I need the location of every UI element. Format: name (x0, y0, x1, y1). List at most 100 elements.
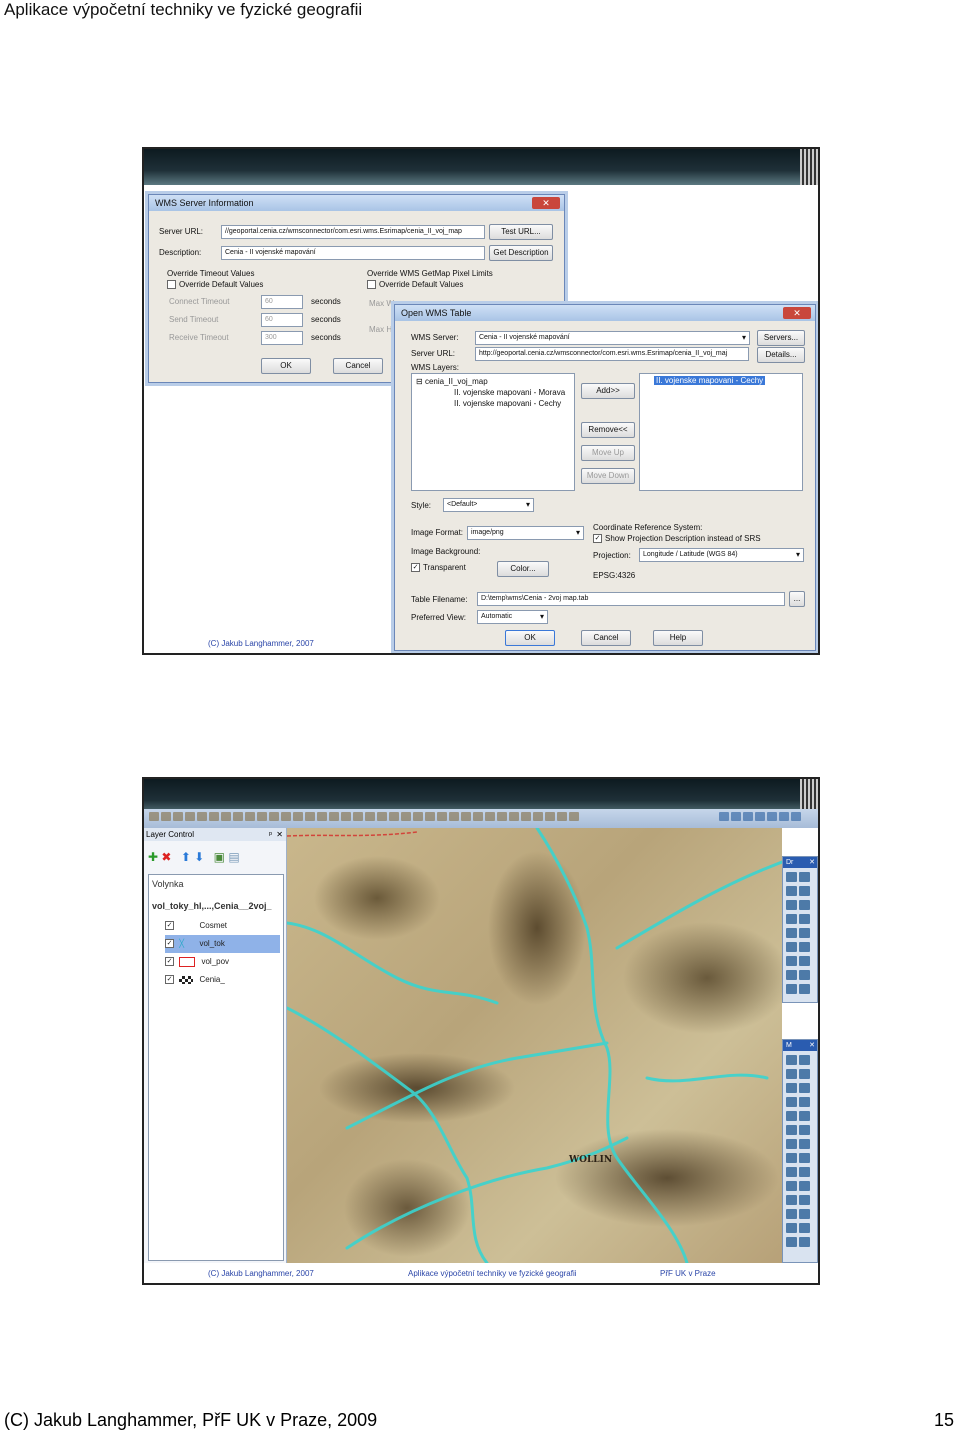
image-format-select[interactable]: image/png (467, 526, 584, 540)
tree-item[interactable]: II. vojenske mapovani - Morava (454, 388, 565, 397)
tool-icon[interactable] (521, 812, 531, 821)
send-timeout-input[interactable]: 60 (261, 313, 303, 327)
table-filename-input[interactable]: D:\temp\wms\Cenia - 2voj map.tab (477, 592, 785, 606)
test-url-button[interactable]: Test URL... (489, 224, 553, 240)
layer-row-selected[interactable]: ✓ ╳ vol_tok (165, 935, 280, 953)
tool-icon[interactable] (533, 812, 543, 821)
show-projection-checkbox[interactable]: ✓ Show Projection Description instead of … (593, 534, 761, 544)
tool-icon[interactable] (209, 812, 219, 821)
tool-icon[interactable] (173, 812, 183, 821)
tree-item[interactable]: II. vojenske mapovani - Cechy (454, 399, 561, 408)
tool-icon[interactable] (786, 914, 797, 924)
map-window-name[interactable]: vol_toky_hl,...,Cenia__2voj_ (152, 901, 272, 911)
close-icon[interactable]: ✕ (276, 828, 283, 841)
tool-icon[interactable] (799, 1237, 810, 1247)
description-input[interactable]: Cenia - II vojenské mapování (221, 246, 485, 260)
layer-visible-checkbox[interactable]: ✓ (165, 921, 174, 931)
remove-button[interactable]: Remove<< (581, 422, 635, 438)
tool-icon[interactable] (799, 1125, 810, 1135)
tool-icon[interactable] (799, 872, 810, 882)
tool-icon[interactable] (786, 1111, 797, 1121)
tool-icon[interactable] (799, 970, 810, 980)
cancel-button[interactable]: Cancel (333, 358, 383, 374)
tool-icon[interactable] (799, 1209, 810, 1219)
layer-row[interactable]: ✓ Cenia_ (165, 971, 280, 989)
move-up-button[interactable]: Move Up (581, 445, 635, 461)
connect-timeout-input[interactable]: 60 (261, 295, 303, 309)
tool-icon[interactable] (449, 812, 459, 821)
servers-button[interactable]: Servers... (757, 330, 805, 346)
layer-properties-icon[interactable]: ▣ (214, 850, 225, 864)
layer-row[interactable]: ✓ Cosmet (165, 917, 280, 935)
tool-icon[interactable] (281, 812, 291, 821)
tool-icon[interactable] (221, 812, 231, 821)
tool-icon[interactable] (743, 812, 753, 821)
tool-icon[interactable] (317, 812, 327, 821)
tool-icon[interactable] (389, 812, 399, 821)
tool-icon[interactable] (245, 812, 255, 821)
details-button[interactable]: Details... (757, 347, 805, 363)
tool-icon[interactable] (786, 1139, 797, 1149)
tool-icon[interactable] (413, 812, 423, 821)
tool-icon[interactable] (365, 812, 375, 821)
tool-icon[interactable] (786, 1069, 797, 1079)
tool-icon[interactable] (799, 1083, 810, 1093)
tool-icon[interactable] (799, 886, 810, 896)
tool-icon[interactable] (461, 812, 471, 821)
tool-icon[interactable] (799, 914, 810, 924)
layer-visible-checkbox[interactable]: ✓ (165, 975, 174, 985)
tool-icon[interactable] (569, 812, 579, 821)
transparent-checkbox[interactable]: ✓ Transparent (411, 563, 466, 573)
move-down-button[interactable]: Move Down (581, 468, 635, 484)
tool-icon[interactable] (786, 1223, 797, 1233)
tool-icon[interactable] (786, 1125, 797, 1135)
available-layers-tree[interactable]: ⊟ cenia_II_voj_map II. vojenske mapovani… (411, 373, 575, 491)
tool-icon[interactable] (786, 1167, 797, 1177)
tool-icon[interactable] (425, 812, 435, 821)
tool-icon[interactable] (786, 886, 797, 896)
tool-icon[interactable] (799, 956, 810, 966)
ok-button[interactable]: OK (505, 630, 555, 646)
tool-icon[interactable] (786, 1153, 797, 1163)
tool-icon[interactable] (731, 812, 741, 821)
tool-icon[interactable] (786, 900, 797, 910)
tool-icon[interactable] (799, 984, 810, 994)
get-description-button[interactable]: Get Description (489, 245, 553, 261)
tool-icon[interactable] (791, 812, 801, 821)
move-up-icon[interactable]: ⬆ (181, 850, 191, 864)
tool-icon[interactable] (719, 812, 729, 821)
tool-icon[interactable] (799, 1195, 810, 1205)
tool-icon[interactable] (799, 1153, 810, 1163)
tool-icon[interactable] (786, 1097, 797, 1107)
tool-icon[interactable] (786, 942, 797, 952)
add-button[interactable]: Add>> (581, 383, 635, 399)
projection-select[interactable]: Longitude / Latitude (WGS 84) (639, 548, 804, 562)
tool-icon[interactable] (786, 1209, 797, 1219)
browse-button[interactable]: ... (789, 591, 805, 607)
tool-icon[interactable] (545, 812, 555, 821)
tool-icon[interactable] (786, 1083, 797, 1093)
tool-icon[interactable] (786, 1195, 797, 1205)
tool-icon[interactable] (799, 1181, 810, 1191)
palette-tools[interactable] (783, 1051, 817, 1251)
map-window[interactable]: WOLLIN (287, 828, 782, 1263)
tool-icon[interactable] (786, 1181, 797, 1191)
tool-icon[interactable] (799, 1167, 810, 1177)
tool-icon[interactable] (786, 872, 797, 882)
pin-icon[interactable]: ᵖ (269, 828, 272, 841)
close-button[interactable]: ✕ (783, 307, 811, 319)
server-url-input[interactable]: http://geoportal.cenia.cz/wmsconnector/c… (475, 347, 749, 361)
tool-icon[interactable] (755, 812, 765, 821)
preferred-view-select[interactable]: Automatic (477, 610, 548, 624)
tool-icon[interactable] (767, 812, 777, 821)
tool-icon[interactable] (799, 1055, 810, 1065)
selected-layer-item[interactable]: II. vojenske mapovani - Cechy (654, 376, 766, 385)
tool-icon[interactable] (779, 812, 789, 821)
refresh-icon[interactable]: ▤ (228, 850, 239, 864)
tool-icon[interactable] (799, 1111, 810, 1121)
tool-icon[interactable] (799, 1069, 810, 1079)
tool-icon[interactable] (341, 812, 351, 821)
close-button[interactable]: ✕ (532, 197, 560, 209)
color-button[interactable]: Color... (497, 561, 549, 577)
tool-icon[interactable] (353, 812, 363, 821)
